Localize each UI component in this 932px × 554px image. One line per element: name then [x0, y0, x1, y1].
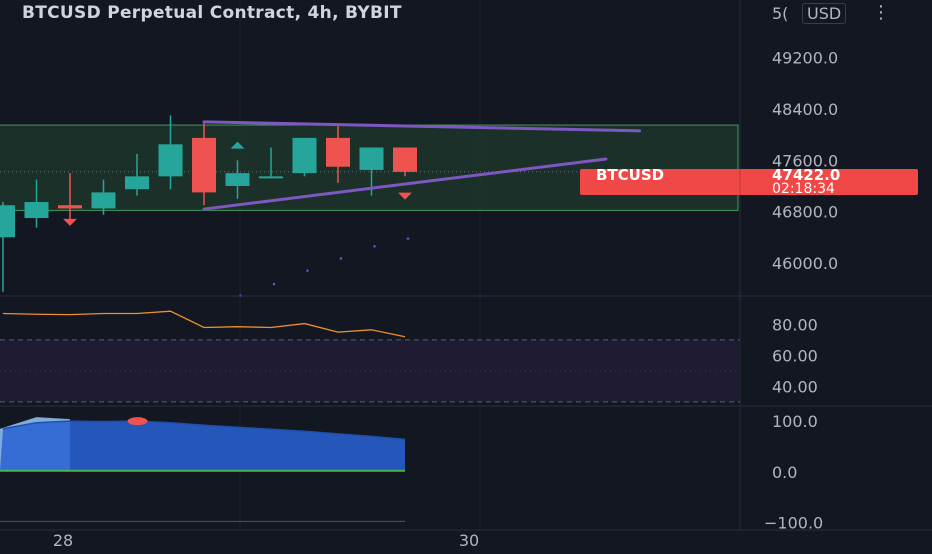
candle-body	[24, 202, 49, 219]
price-tick-label: 48400.0	[772, 100, 838, 119]
vertical-dots-icon[interactable]: ⋮	[872, 2, 890, 23]
indicator-dot	[339, 257, 343, 260]
candle-body	[292, 137, 317, 174]
candle-body	[0, 205, 15, 238]
chart-canvas[interactable]: 5(49200.048400.047600.046800.046000.080.…	[0, 0, 932, 550]
histogram-tick-label: 100.0	[772, 412, 818, 431]
candle-body	[359, 147, 384, 170]
indicator-dot	[406, 237, 410, 240]
chart-stage[interactable]: 5(49200.0 48400.0 47600.0 46800.0 46000.0 80.…	[0, 0, 932, 550]
histogram-peak-marker	[127, 417, 148, 426]
price-tick-label: 49200.0	[772, 49, 838, 68]
price-tick-label: 46800.0	[772, 203, 838, 222]
bar-countdown: 02:18:34	[772, 181, 835, 197]
sell-signal-arrow	[63, 218, 77, 226]
time-tick-label: 28	[53, 531, 73, 550]
oscillator-tick-label: 60.00	[772, 346, 818, 365]
price-tick-label: 46000.0	[772, 254, 838, 273]
indicator-dot	[373, 244, 376, 248]
candle-body	[225, 173, 250, 186]
price-tag-symbol: BTCUSD	[596, 166, 664, 184]
candle-body	[393, 147, 417, 172]
oscillator-line	[2, 310, 406, 338]
candle-body	[91, 192, 116, 209]
candle-body	[158, 144, 183, 177]
indicator-dot	[272, 282, 276, 286]
indicator-dot	[306, 269, 309, 272]
candle-body	[326, 137, 350, 167]
chart-title: BTCUSD Perpetual Contract, 4h, BYBIT	[22, 3, 402, 23]
oscillator-tick-label: 40.00	[772, 377, 818, 396]
currency-button[interactable]: USD	[802, 3, 847, 24]
candle-body	[58, 205, 82, 209]
time-tick-label: 30	[459, 531, 479, 550]
price-tick-partial: 5(	[772, 4, 788, 23]
candle-body	[259, 176, 283, 179]
histogram-tick-label: 0.0	[772, 463, 797, 482]
oscillator-tick-label: 80.00	[772, 315, 818, 334]
candle-body	[125, 176, 149, 190]
candle-body	[192, 137, 216, 193]
histogram-area	[0, 421, 405, 471]
